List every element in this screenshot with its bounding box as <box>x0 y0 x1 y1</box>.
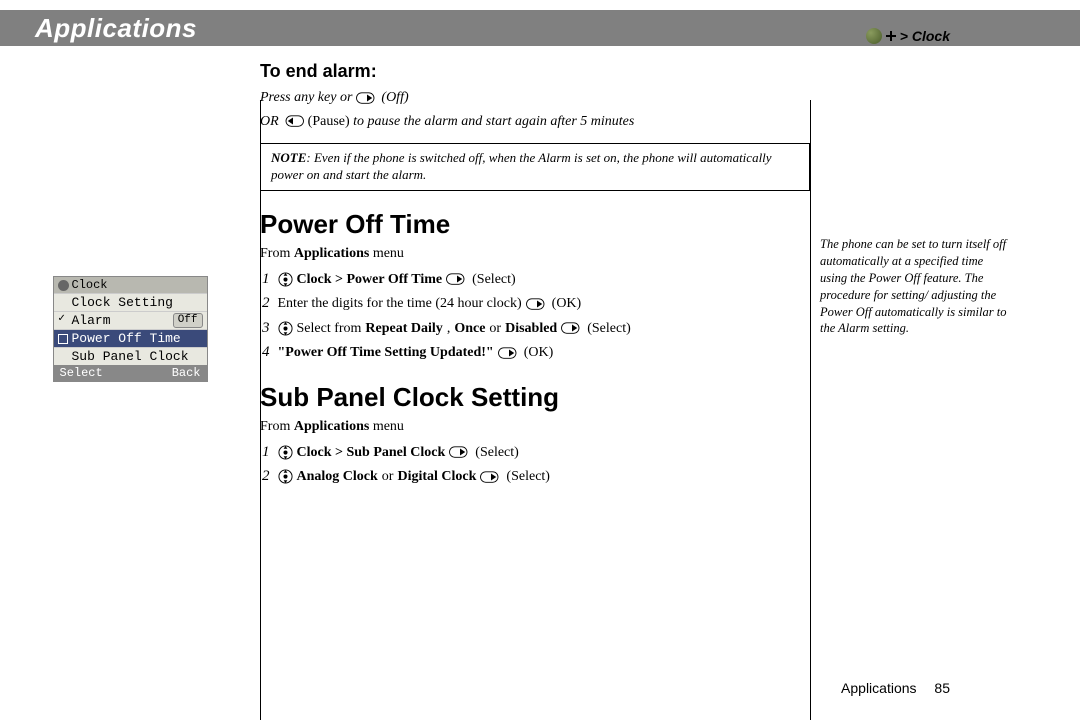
divider-left <box>260 100 261 720</box>
footer-section: Applications <box>841 680 917 696</box>
end-alarm-line2: OR (Pause) to pause the alarm and start … <box>260 112 810 132</box>
softkey-right-icon <box>498 346 520 360</box>
softkey-right-label: Back <box>172 366 201 380</box>
side-note: The phone can be set to turn itself off … <box>820 236 1030 337</box>
step-2: 2 Enter the digits for the time (24 hour… <box>262 292 810 315</box>
phone-menu-item: Sub Panel Clock <box>54 347 207 365</box>
softkey-right-icon <box>356 91 378 105</box>
plus-icon <box>886 31 896 41</box>
breadcrumb-prefix: > <box>900 28 908 44</box>
note-box: NOTE: Even if the phone is switched off,… <box>260 143 810 191</box>
from-applications-line: From Applications menu <box>260 419 810 435</box>
phone-menu-header: Clock <box>54 277 207 293</box>
softkey-right-icon <box>449 445 471 459</box>
end-alarm-heading: To end alarm: <box>260 61 810 82</box>
from-applications-line: From Applications menu <box>260 246 810 262</box>
globe-icon <box>866 28 882 44</box>
phone-menu-item: Clock Setting <box>54 293 207 311</box>
softkey-right-icon <box>561 321 583 335</box>
step-3: 3 Select from Repeat Daily, Once or Disa… <box>262 317 810 340</box>
nav-dpad-icon <box>278 445 293 460</box>
phone-menu-item-selected: Power Off Time <box>54 329 207 347</box>
softkey-left-label: Select <box>60 366 103 380</box>
phone-menu-screenshot: Clock Clock Setting Alarm Off Power Off … <box>53 276 208 382</box>
step-1: 1 Clock > Sub Panel Clock (Select) <box>262 441 810 464</box>
footer-page: 85 <box>934 680 950 696</box>
sub-panel-heading: Sub Panel Clock Setting <box>260 382 810 413</box>
softkey-right-icon <box>480 470 502 484</box>
header-title: Applications <box>35 13 197 44</box>
divider-right <box>810 100 811 720</box>
breadcrumb-label: Clock <box>912 28 950 44</box>
softkey-right-icon <box>526 297 548 311</box>
power-off-steps: 1 Clock > Power Off Time (Select) 2 Ente… <box>260 268 810 364</box>
phone-menu-item: Alarm Off <box>54 311 207 329</box>
step-1: 1 Clock > Power Off Time (Select) <box>262 268 810 291</box>
alarm-status-badge: Off <box>173 313 203 328</box>
softkey-left-icon <box>282 114 304 128</box>
phone-menu-item-label: Alarm <box>72 313 111 328</box>
softkey-right-icon <box>446 272 468 286</box>
nav-dpad-icon <box>278 469 293 484</box>
breadcrumb: > Clock <box>866 28 950 44</box>
phone-menu-title: Clock <box>72 278 108 292</box>
end-alarm-line1: Press any key or (Off) <box>260 88 810 108</box>
footer: Applications 85 <box>841 680 950 696</box>
step-2: 2 Analog Clock or Digital Clock (Select) <box>262 465 810 488</box>
step-4: 4 "Power Off Time Setting Updated!" (OK) <box>262 341 810 364</box>
nav-dpad-icon <box>278 272 293 287</box>
sub-panel-steps: 1 Clock > Sub Panel Clock (Select) 2 Ana… <box>260 441 810 488</box>
clock-icon <box>58 280 69 291</box>
note-body: : Even if the phone is switched off, whe… <box>271 150 772 182</box>
note-lead: NOTE <box>271 150 306 165</box>
power-off-heading: Power Off Time <box>260 209 810 240</box>
phone-softkeys: Select Back <box>54 365 207 381</box>
nav-dpad-icon <box>278 321 293 336</box>
